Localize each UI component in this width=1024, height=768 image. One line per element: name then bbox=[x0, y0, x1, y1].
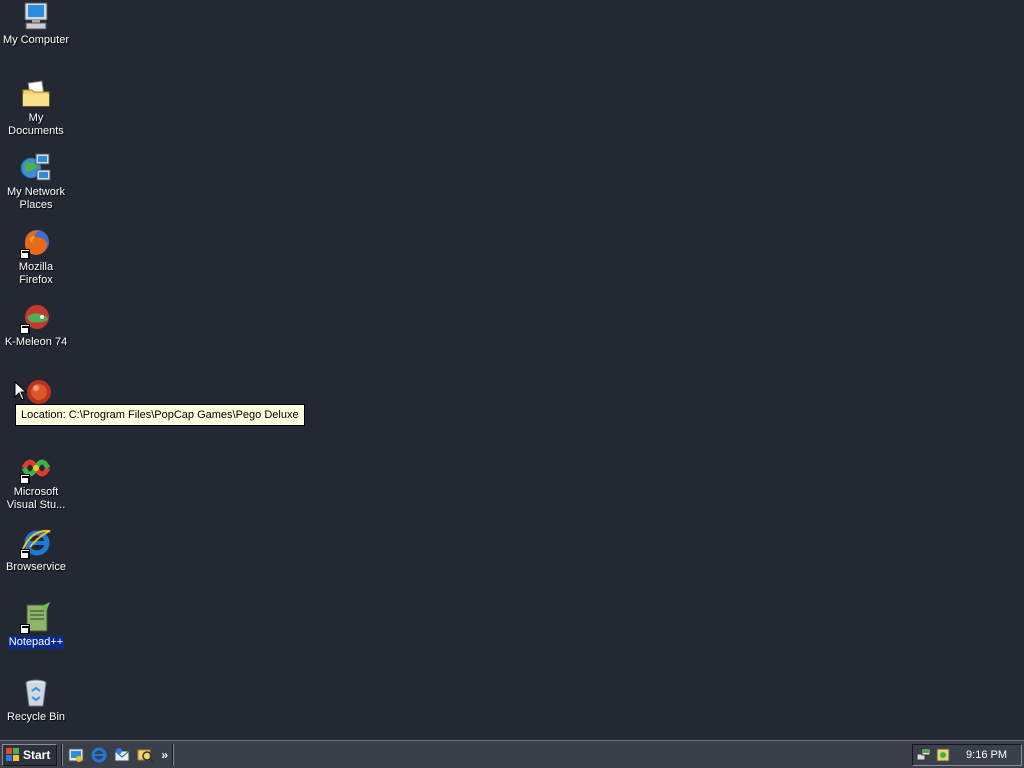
show-desktop-icon[interactable] bbox=[67, 746, 85, 764]
desktop-icon-label: Notepad++ bbox=[7, 636, 65, 649]
desktop-icon-my-computer[interactable]: My Computer bbox=[0, 0, 72, 47]
taskbar-separator bbox=[172, 743, 175, 766]
desktop-icon-k-meleon[interactable]: K-Meleon 74 bbox=[0, 302, 72, 349]
taskbar-separator bbox=[61, 743, 64, 766]
clock[interactable]: 9:16 PM bbox=[966, 749, 1007, 761]
desktop-icon-my-documents[interactable]: My Documents bbox=[0, 78, 72, 138]
desktop-icon-label: My Computer bbox=[2, 34, 70, 46]
outlook-icon[interactable] bbox=[113, 746, 131, 764]
security-icon[interactable] bbox=[935, 747, 951, 763]
shortcut-arrow-icon bbox=[20, 624, 30, 634]
desktop-icon-notepadpp[interactable]: Notepad++ bbox=[0, 602, 72, 649]
network-icon[interactable] bbox=[916, 747, 932, 763]
visual-studio-icon bbox=[20, 452, 52, 484]
shortcut-arrow-icon bbox=[20, 549, 30, 559]
shortcut-arrow-icon bbox=[20, 249, 30, 259]
desktop-icon-label: Browservice bbox=[6, 561, 66, 573]
mouse-cursor-icon bbox=[14, 381, 28, 401]
taskbar: Start » 9:16 PM bbox=[0, 740, 1024, 768]
notepadpp-icon bbox=[20, 602, 52, 634]
quick-launch-toolbar: » bbox=[67, 746, 168, 764]
location-tooltip: Location: C:\Program Files\PopCap Games\… bbox=[15, 404, 305, 426]
desktop-icon-label: Recycle Bin bbox=[6, 711, 66, 723]
k-meleon-icon bbox=[20, 302, 52, 334]
my-documents-icon bbox=[20, 78, 52, 110]
desktop-icon-label: My Documents bbox=[8, 112, 64, 137]
desktop-icon-recycle-bin[interactable]: Recycle Bin bbox=[0, 677, 72, 724]
recycle-bin-icon bbox=[20, 677, 52, 709]
desktop-icon-label: Mozilla Firefox bbox=[18, 261, 54, 286]
desktop-icon-label: My Network Places bbox=[6, 186, 66, 211]
desktop-icon-firefox[interactable]: Mozilla Firefox bbox=[0, 227, 72, 287]
quick-launch-more-button[interactable]: » bbox=[161, 748, 168, 762]
desktop-icon-label: K-Meleon 74 bbox=[4, 336, 68, 348]
desktop-icon-label: Microsoft Visual Stu... bbox=[6, 486, 66, 511]
shortcut-arrow-icon bbox=[20, 474, 30, 484]
desktop-icon-network-places[interactable]: My Network Places bbox=[0, 152, 72, 212]
windows-logo-icon bbox=[6, 747, 19, 761]
network-places-icon bbox=[20, 152, 52, 184]
desktop[interactable]: My Computer My Documents My Network Plac… bbox=[0, 0, 1024, 740]
search-icon[interactable] bbox=[136, 746, 155, 764]
ie-icon bbox=[20, 527, 52, 559]
shortcut-arrow-icon bbox=[20, 324, 30, 334]
my-computer-icon bbox=[20, 0, 52, 32]
start-button[interactable]: Start bbox=[2, 743, 58, 766]
firefox-icon bbox=[20, 227, 52, 259]
start-label: Start bbox=[23, 747, 51, 762]
system-tray: 9:16 PM bbox=[912, 744, 1022, 766]
ie-icon[interactable] bbox=[90, 746, 108, 764]
desktop-icon-browservice[interactable]: Browservice bbox=[0, 527, 72, 574]
desktop-icon-visual-studio[interactable]: Microsoft Visual Stu... bbox=[0, 452, 72, 512]
